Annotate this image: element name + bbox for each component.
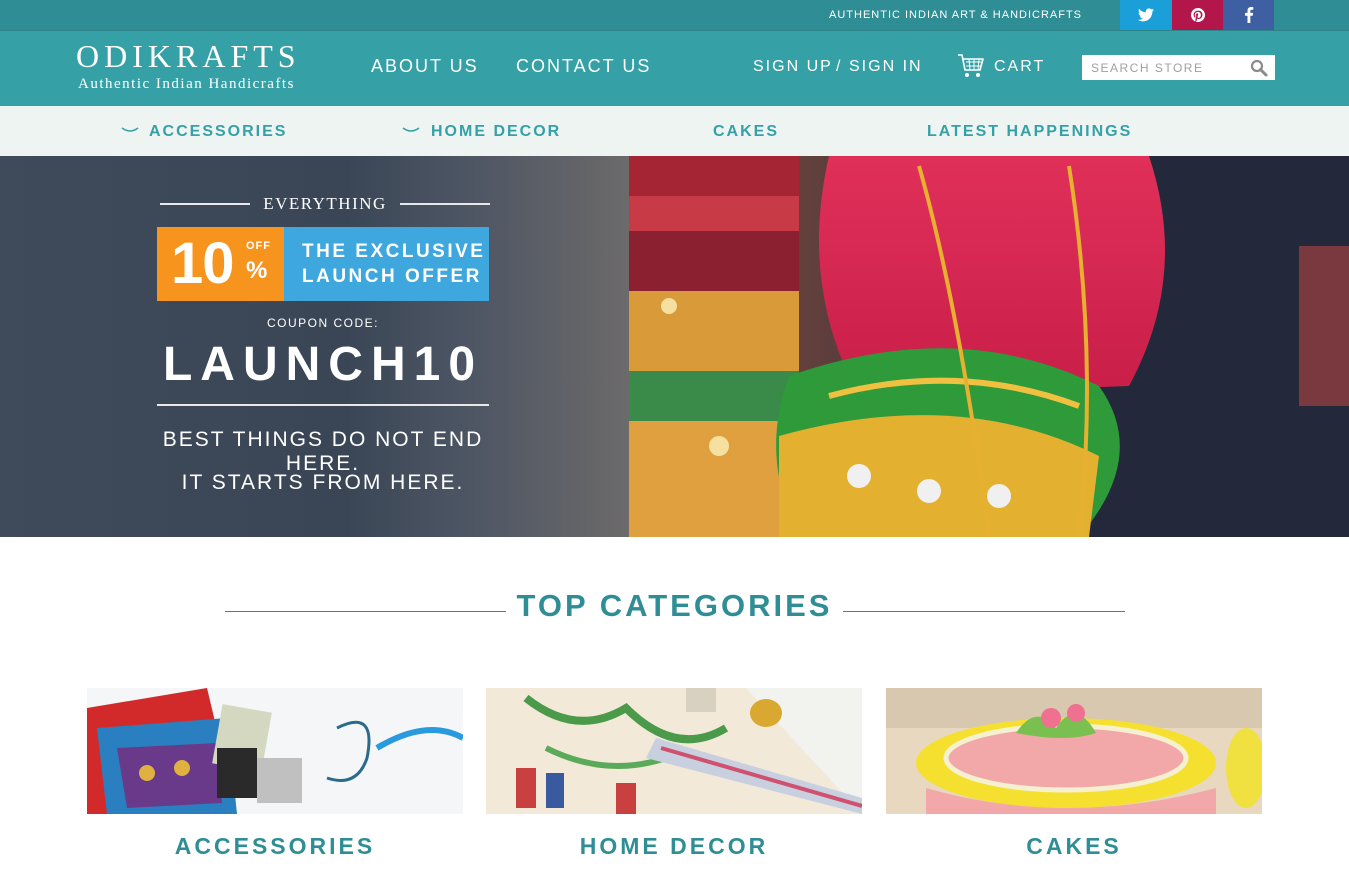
discount-value: 10 xyxy=(171,231,235,296)
offer-box: 10 OFF % THE EXCLUSIVE LAUNCH OFFER xyxy=(157,227,489,301)
twitter-link[interactable] xyxy=(1120,0,1172,30)
sign-up-link[interactable]: SIGN UP xyxy=(753,58,833,76)
logo-wordmark: ODIKRAFTS xyxy=(76,38,301,74)
cart-icon[interactable] xyxy=(957,53,985,79)
site-tagline: AUTHENTIC INDIAN ART & HANDICRAFTS xyxy=(829,9,1083,21)
chevron-down-icon xyxy=(402,127,420,132)
category-card-label: ACCESSORIES xyxy=(174,833,376,859)
facebook-icon xyxy=(1244,7,1253,23)
logo-subtitle: Authentic Indian Handicrafts xyxy=(78,76,295,92)
about-us-link[interactable]: ABOUT US xyxy=(371,56,479,77)
site-logo[interactable]: ODIKRAFTS Authentic Indian Handicrafts xyxy=(76,37,336,93)
category-card-home-decor[interactable]: HOME DECOR xyxy=(486,688,863,860)
coupon-code: LAUNCH10 xyxy=(162,338,484,391)
cart-link[interactable]: CART xyxy=(994,58,1045,76)
section-title: TOP CATEGORIES xyxy=(516,588,833,623)
contact-us-link[interactable]: CONTACT US xyxy=(516,56,651,77)
category-card-cakes[interactable]: CAKES xyxy=(886,688,1266,860)
category-card-label: HOME DECOR xyxy=(579,833,769,859)
auth-separator: / xyxy=(836,58,843,75)
exclusive-offer-text: THE EXCLUSIVE LAUNCH OFFER xyxy=(302,241,486,287)
everything-row: EVERYTHING xyxy=(160,194,490,214)
home-decor-image xyxy=(486,688,863,814)
discount-percent-sign: % xyxy=(246,257,268,284)
divider xyxy=(400,203,490,205)
top-utility-bar: AUTHENTIC INDIAN ART & HANDICRAFTS xyxy=(0,0,1349,30)
nav-cakes[interactable]: CAKES xyxy=(713,123,779,141)
divider xyxy=(843,611,1125,612)
accessories-image xyxy=(87,688,465,814)
promo-line-1: BEST THINGS DO NOT END HERE. xyxy=(162,428,484,475)
nav-latest-happenings[interactable]: LATEST HAPPENINGS xyxy=(927,123,1132,141)
twitter-icon xyxy=(1138,8,1154,22)
divider xyxy=(160,203,250,205)
category-card-label: CAKES xyxy=(1026,833,1122,859)
sign-in-link[interactable]: SIGN IN xyxy=(849,58,923,76)
cakes-image xyxy=(886,688,1266,814)
hero-banner[interactable]: EVERYTHING 10 OFF % THE EXCLUSIVE LAUNCH… xyxy=(0,156,1349,537)
promo-panel: EVERYTHING 10 OFF % THE EXCLUSIVE LAUNCH… xyxy=(157,156,490,537)
nav-home-decor[interactable]: HOME DECOR xyxy=(431,123,561,141)
discount-block: 10 OFF % xyxy=(157,227,284,301)
search-box xyxy=(1082,55,1275,80)
search-input[interactable] xyxy=(1082,55,1247,80)
promo-line-2: IT STARTS FROM HERE. xyxy=(181,471,465,494)
nav-accessories[interactable]: ACCESSORIES xyxy=(149,123,287,141)
banner-product-photo xyxy=(629,156,1349,537)
exclusive-offer-block: THE EXCLUSIVE LAUNCH OFFER xyxy=(284,227,489,301)
search-icon[interactable] xyxy=(1249,58,1269,78)
divider xyxy=(157,404,489,406)
discount-off-label: OFF xyxy=(246,240,271,252)
pinterest-icon xyxy=(1191,8,1205,22)
chevron-down-icon xyxy=(121,127,139,132)
category-card-accessories[interactable]: ACCESSORIES xyxy=(87,688,465,860)
pinterest-link[interactable] xyxy=(1172,0,1224,30)
category-nav: ACCESSORIES HOME DECOR CAKES LATEST HAPP… xyxy=(0,106,1349,156)
facebook-link[interactable] xyxy=(1223,0,1274,30)
coupon-label: COUPON CODE: xyxy=(266,316,379,330)
main-header: ODIKRAFTS Authentic Indian Handicrafts A… xyxy=(0,30,1349,106)
everything-text: EVERYTHING xyxy=(263,194,387,213)
